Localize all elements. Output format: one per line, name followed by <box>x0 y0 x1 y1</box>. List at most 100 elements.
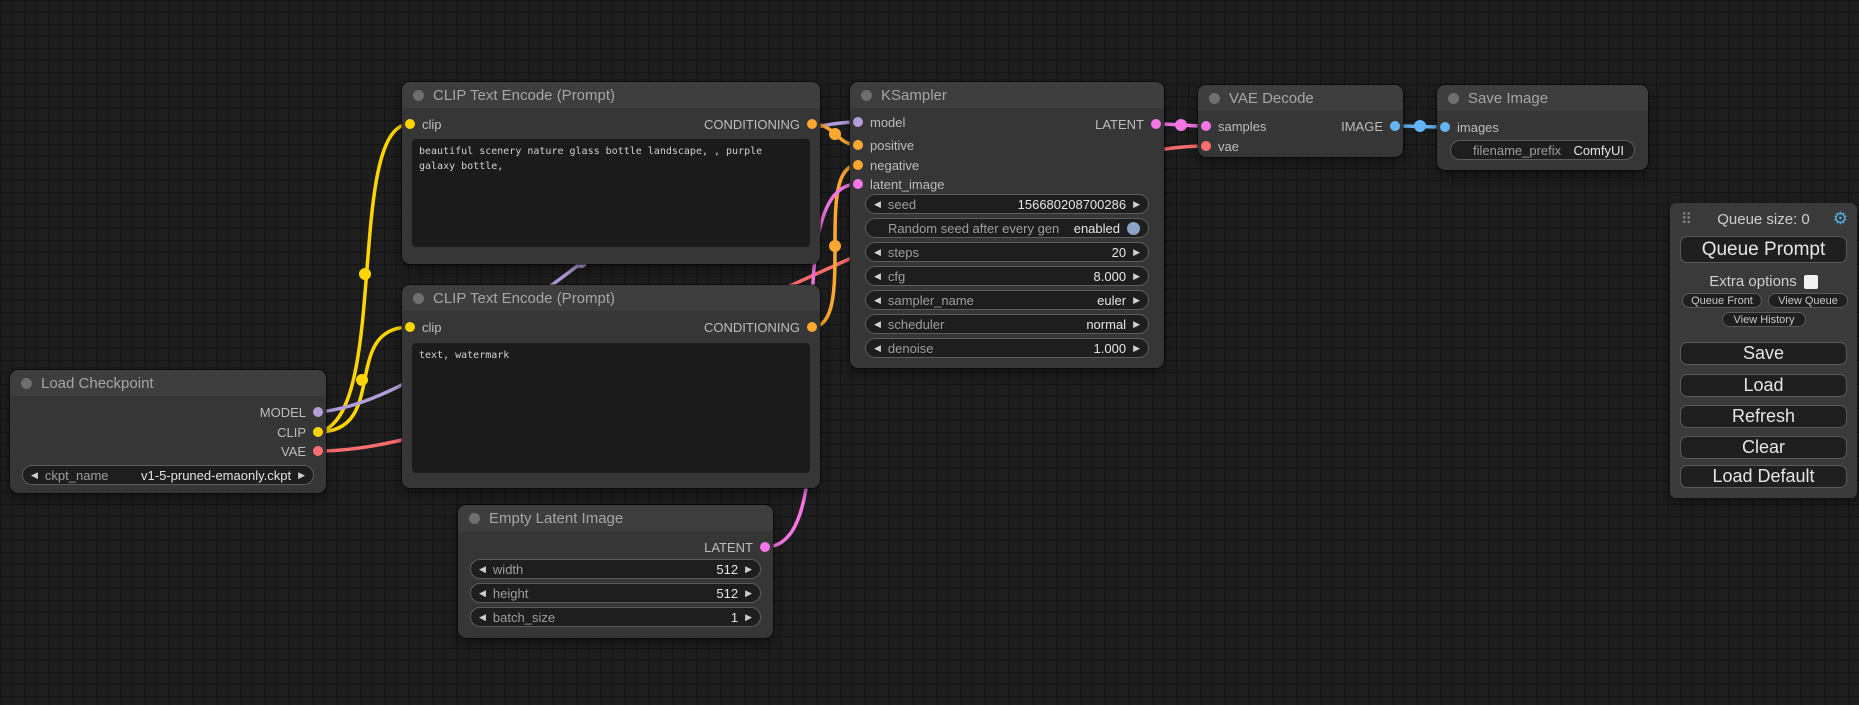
cfg-widget[interactable]: ◀ cfg 8.000 ▶ <box>865 266 1149 286</box>
latent-slot-dot[interactable] <box>1151 119 1161 129</box>
input-slot-clip[interactable]: clip <box>405 319 442 335</box>
decrement-icon[interactable]: ◀ <box>874 200 881 209</box>
increment-icon[interactable]: ▶ <box>745 565 752 574</box>
node-title-bar[interactable]: Load Checkpoint <box>10 370 326 396</box>
increment-icon[interactable]: ▶ <box>1133 320 1140 329</box>
increment-icon[interactable]: ▶ <box>1133 296 1140 305</box>
collapse-dot-icon[interactable] <box>1448 93 1459 104</box>
input-slot-positive[interactable]: positive <box>853 137 914 153</box>
image-slot-dot[interactable] <box>1390 121 1400 131</box>
increment-icon[interactable]: ▶ <box>1133 248 1140 257</box>
width-widget[interactable]: ◀ width 512 ▶ <box>470 559 761 579</box>
input-slot-clip[interactable]: clip <box>405 116 442 132</box>
height-widget[interactable]: ◀ height 512 ▶ <box>470 583 761 603</box>
increment-icon[interactable]: ▶ <box>745 613 752 622</box>
image-slot-dot[interactable] <box>1440 122 1450 132</box>
node-vae-decode[interactable]: VAE Decode samples vae IMAGE <box>1198 85 1403 157</box>
input-slot-negative[interactable]: negative <box>853 157 919 173</box>
input-slot-images[interactable]: images <box>1440 119 1499 135</box>
vae-slot-dot[interactable] <box>313 446 323 456</box>
decrement-icon[interactable]: ◀ <box>874 296 881 305</box>
save-button[interactable]: Save <box>1680 342 1847 365</box>
increment-icon[interactable]: ▶ <box>1133 272 1140 281</box>
ckpt-name-widget[interactable]: ◀ ckpt_name v1-5-pruned-emaonly.ckpt ▶ <box>22 465 314 485</box>
prompt-textarea[interactable]: beautiful scenery nature glass bottle la… <box>412 139 810 247</box>
refresh-button[interactable]: Refresh <box>1680 405 1847 428</box>
node-clip-text-encode-negative[interactable]: CLIP Text Encode (Prompt) clip CONDITION… <box>402 285 820 488</box>
prompt-textarea[interactable]: text, watermark <box>412 343 810 473</box>
collapse-dot-icon[interactable] <box>1209 93 1220 104</box>
queue-panel-header[interactable]: ⠿ Queue size: 0 ⚙ <box>1670 209 1857 231</box>
queue-panel[interactable]: ⠿ Queue size: 0 ⚙ Queue Prompt Extra opt… <box>1670 203 1857 498</box>
clear-button[interactable]: Clear <box>1680 436 1847 459</box>
vae-slot-dot[interactable] <box>1201 141 1211 151</box>
increment-icon[interactable]: ▶ <box>1133 344 1140 353</box>
input-slot-vae[interactable]: vae <box>1201 138 1239 154</box>
conditioning-slot-dot[interactable] <box>853 160 863 170</box>
queue-front-button[interactable]: Queue Front <box>1682 293 1762 308</box>
filename-prefix-widget[interactable]: filename_prefix ComfyUI <box>1450 140 1635 160</box>
collapse-dot-icon[interactable] <box>21 378 32 389</box>
decrement-icon[interactable]: ◀ <box>479 589 486 598</box>
decrement-icon[interactable]: ◀ <box>479 613 486 622</box>
collapse-dot-icon[interactable] <box>413 90 424 101</box>
decrement-icon[interactable]: ◀ <box>874 248 881 257</box>
steps-widget[interactable]: ◀ steps 20 ▶ <box>865 242 1149 262</box>
model-slot-dot[interactable] <box>853 117 863 127</box>
increment-icon[interactable]: ▶ <box>298 471 305 480</box>
load-button[interactable]: Load <box>1680 374 1847 397</box>
collapse-dot-icon[interactable] <box>413 293 424 304</box>
output-slot-vae[interactable]: VAE <box>281 443 323 459</box>
output-slot-clip[interactable]: CLIP <box>277 424 323 440</box>
output-slot-conditioning[interactable]: CONDITIONING <box>704 319 817 335</box>
random-seed-widget[interactable]: Random seed after every gen enabled <box>865 218 1149 238</box>
node-title-bar[interactable]: CLIP Text Encode (Prompt) <box>402 285 820 311</box>
node-title-bar[interactable]: KSampler <box>850 82 1164 108</box>
output-slot-model[interactable]: MODEL <box>260 404 323 420</box>
node-title-bar[interactable]: Empty Latent Image <box>458 505 773 531</box>
increment-icon[interactable]: ▶ <box>1133 200 1140 209</box>
increment-icon[interactable]: ▶ <box>745 589 752 598</box>
latent-slot-dot[interactable] <box>1201 121 1211 131</box>
output-slot-conditioning[interactable]: CONDITIONING <box>704 116 817 132</box>
latent-slot-dot[interactable] <box>760 542 770 552</box>
collapse-dot-icon[interactable] <box>861 90 872 101</box>
toggle-circle-icon[interactable] <box>1127 222 1140 235</box>
node-graph-canvas[interactable]: Load Checkpoint MODEL CLIP VAE ◀ ckpt_na… <box>0 0 1859 705</box>
node-title-bar[interactable]: Save Image <box>1437 85 1648 111</box>
conditioning-slot-dot[interactable] <box>807 322 817 332</box>
extra-options-checkbox[interactable] <box>1804 275 1818 289</box>
input-slot-samples[interactable]: samples <box>1201 118 1266 134</box>
output-slot-image[interactable]: IMAGE <box>1341 118 1400 134</box>
denoise-widget[interactable]: ◀ denoise 1.000 ▶ <box>865 338 1149 358</box>
model-slot-dot[interactable] <box>313 407 323 417</box>
output-slot-latent[interactable]: LATENT <box>1095 116 1161 132</box>
load-default-button[interactable]: Load Default <box>1680 465 1847 488</box>
view-queue-button[interactable]: View Queue <box>1768 293 1848 308</box>
output-slot-latent[interactable]: LATENT <box>704 539 770 555</box>
node-title-bar[interactable]: VAE Decode <box>1198 85 1403 111</box>
clip-slot-dot[interactable] <box>405 119 415 129</box>
scheduler-widget[interactable]: ◀ scheduler normal ▶ <box>865 314 1149 334</box>
node-empty-latent-image[interactable]: Empty Latent Image LATENT ◀ width 512 ▶ … <box>458 505 773 638</box>
clip-slot-dot[interactable] <box>313 427 323 437</box>
conditioning-slot-dot[interactable] <box>853 140 863 150</box>
collapse-dot-icon[interactable] <box>469 513 480 524</box>
decrement-icon[interactable]: ◀ <box>31 471 38 480</box>
decrement-icon[interactable]: ◀ <box>874 272 881 281</box>
node-title-bar[interactable]: CLIP Text Encode (Prompt) <box>402 82 820 108</box>
node-load-checkpoint[interactable]: Load Checkpoint MODEL CLIP VAE ◀ ckpt_na… <box>10 370 326 493</box>
decrement-icon[interactable]: ◀ <box>874 344 881 353</box>
view-history-button[interactable]: View History <box>1722 312 1806 327</box>
queue-prompt-button[interactable]: Queue Prompt <box>1680 236 1847 263</box>
conditioning-slot-dot[interactable] <box>807 119 817 129</box>
batch-size-widget[interactable]: ◀ batch_size 1 ▶ <box>470 607 761 627</box>
clip-slot-dot[interactable] <box>405 322 415 332</box>
node-clip-text-encode-positive[interactable]: CLIP Text Encode (Prompt) clip CONDITION… <box>402 82 820 264</box>
input-slot-model[interactable]: model <box>853 114 905 130</box>
latent-slot-dot[interactable] <box>853 179 863 189</box>
gear-icon[interactable]: ⚙ <box>1833 209 1848 229</box>
decrement-icon[interactable]: ◀ <box>479 565 486 574</box>
seed-widget[interactable]: ◀ seed 156680208700286 ▶ <box>865 194 1149 214</box>
input-slot-latent-image[interactable]: latent_image <box>853 176 944 192</box>
